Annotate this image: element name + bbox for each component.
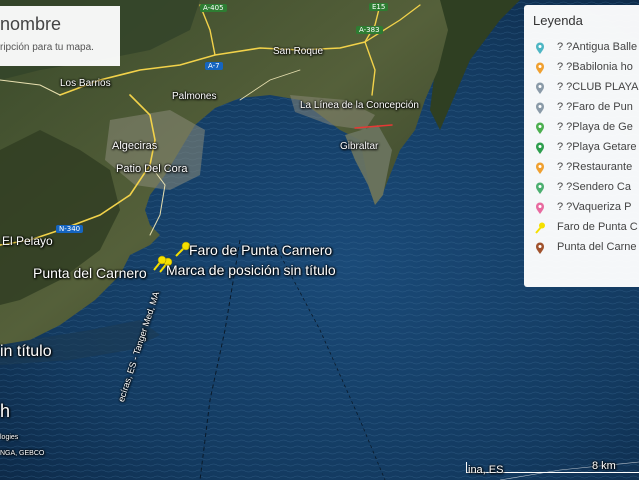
legend-heading: Leyenda: [533, 13, 583, 28]
legend-item-label: ? ?Playa Getare: [557, 141, 637, 153]
place-san-roque: San Roque: [273, 46, 324, 57]
place-fragment: h: [0, 401, 11, 421]
place-punta-del-carnero: Punta del Carnero: [33, 265, 147, 281]
place-palmones: Palmones: [172, 91, 217, 102]
legend-item[interactable]: ? ?Faro de Pun: [533, 99, 639, 119]
map-pin-icon: [536, 62, 544, 74]
map-pin-icon: [536, 102, 544, 114]
attribution-line1: logies: [0, 434, 19, 441]
road-shield-a405: A-405: [200, 4, 227, 12]
legend-item[interactable]: Punta del Carne: [533, 239, 639, 259]
scale-left-text: ina, ES: [468, 464, 504, 476]
legend-item-label: ? ?Babilonia ho: [557, 61, 633, 73]
legend-item-label: ? ?Restaurante: [557, 161, 633, 173]
attribution-line2: NGA, GEBCO: [0, 450, 45, 457]
legend-item-label: ? ?Antigua Balle: [557, 41, 638, 53]
map-pin-icon: [536, 162, 544, 174]
place-marca: Marca de posición sin título: [166, 262, 336, 278]
map-pin-icon: [536, 42, 544, 54]
legend-item-label: ? ?Sendero Ca: [557, 181, 631, 193]
road-shield-a383: A-383: [356, 26, 383, 34]
legend-item[interactable]: ? ?Antigua Balle: [533, 39, 639, 59]
road-shield-e15: E15: [369, 3, 389, 11]
place-la-linea: La Línea de la Concepción: [300, 100, 419, 111]
legend-item-label: ? ?Playa de Ge: [557, 121, 633, 133]
legend-item-label: ? ?CLUB PLAYA: [557, 81, 639, 93]
legend-item-label: Faro de Punta C: [557, 221, 638, 233]
map-description[interactable]: ripción para tu mapa.: [0, 42, 94, 53]
legend-item[interactable]: ? ?Restaurante: [533, 159, 639, 179]
map-pin-icon: [536, 82, 544, 94]
legend-item[interactable]: ? ?Sendero Ca: [533, 179, 639, 199]
map-pin-icon: [536, 122, 544, 134]
map-pin-icon: [536, 202, 544, 214]
road-shield-a7: A-7: [205, 62, 223, 70]
place-sin-titulo: in título: [0, 343, 52, 360]
map-pin-icon: [536, 142, 544, 154]
legend-item[interactable]: ? ?CLUB PLAYA: [533, 79, 639, 99]
place-gibraltar: Gibraltar: [340, 141, 379, 152]
place-patio-del-cora: Patio Del Cora: [116, 163, 188, 175]
scale-bar: 8 km ina, ES: [466, 460, 639, 476]
road-shield-n340: N-340: [56, 225, 84, 233]
place-faro: Faro de Punta Carnero: [189, 242, 333, 258]
legend-item-label: ? ?Vaqueriza P: [557, 201, 632, 213]
place-el-pelayo: El Pelayo: [2, 234, 53, 248]
legend-item[interactable]: Faro de Punta C: [533, 219, 639, 239]
map-pin-icon: [536, 182, 544, 194]
place-los-barrios: Los Barrios: [60, 78, 111, 89]
legend-item-label: ? ?Faro de Pun: [557, 101, 633, 113]
scale-tick-left: [466, 462, 467, 473]
legend-panel: Leyenda ? ?Antigua Balle ? ?Babilonia ho?…: [524, 5, 639, 287]
legend-item[interactable]: ? ?Playa de Ge: [533, 119, 639, 139]
scale-label: 8 km: [592, 460, 616, 472]
map-pin-icon: [536, 242, 544, 254]
map-title-box[interactable]: nombre ripción para tu mapa.: [0, 6, 120, 66]
place-algeciras: Algeciras: [112, 140, 158, 152]
legend-item[interactable]: ? ?Vaqueriza P: [533, 199, 639, 219]
legend-item-label: Punta del Carne: [557, 241, 637, 253]
legend-item[interactable]: ? ?Playa Getare: [533, 139, 639, 159]
pushpin-icon: [535, 222, 545, 234]
map-title[interactable]: nombre: [0, 14, 61, 35]
legend-item[interactable]: ? ?Babilonia ho: [533, 59, 639, 79]
